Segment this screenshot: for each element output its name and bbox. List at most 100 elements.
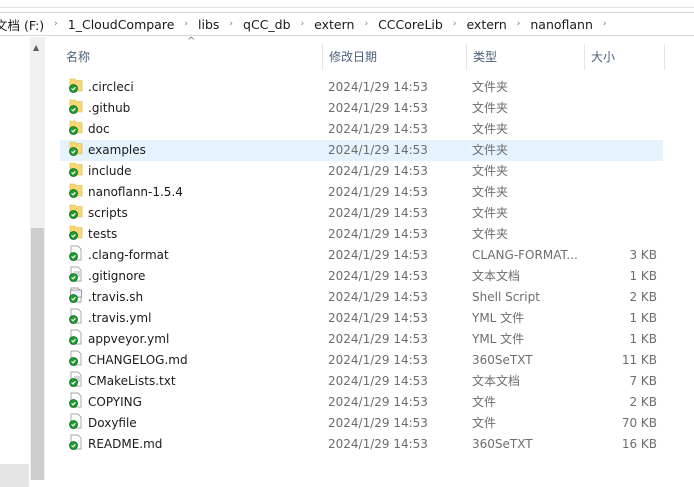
breadcrumb[interactable]: 文档 (F:) › 1_CloudCompare › libs › qCC_db › exter… bbox=[0, 12, 694, 36]
file-synced-icon bbox=[69, 392, 83, 408]
chevron-right-icon[interactable]: › bbox=[47, 19, 65, 29]
file-name[interactable]: COPYING bbox=[88, 392, 142, 413]
chevron-right-icon[interactable]: › bbox=[357, 19, 375, 29]
file-name[interactable]: examples bbox=[88, 140, 146, 161]
file-date: 2024/1/29 14:53 bbox=[328, 80, 428, 94]
file-name[interactable]: .gitignore bbox=[88, 266, 145, 287]
file-row[interactable]: appveyor.yml 2024/1/29 14:53 YML 文件 1 KB bbox=[60, 329, 663, 350]
file-synced-icon bbox=[69, 413, 83, 429]
file-date: 2024/1/29 14:53 bbox=[328, 185, 428, 199]
file-row[interactable]: tests 2024/1/29 14:53 文件夹 bbox=[60, 224, 663, 245]
file-size: 1 KB bbox=[629, 332, 657, 346]
file-size: 1 KB bbox=[629, 269, 657, 283]
file-name[interactable]: .travis.yml bbox=[88, 308, 151, 329]
file-list: .circleci 2024/1/29 14:53 文件夹 .github 2024/1… bbox=[60, 77, 663, 455]
file-row[interactable]: .travis.sh 2024/1/29 14:53 Shell Script 2 K… bbox=[60, 287, 663, 308]
file-name[interactable]: include bbox=[88, 161, 131, 182]
file-date: 2024/1/29 14:53 bbox=[328, 374, 428, 388]
file-synced-icon bbox=[69, 266, 83, 282]
chevron-right-icon[interactable]: › bbox=[222, 19, 240, 29]
nav-selected-item[interactable] bbox=[0, 464, 29, 487]
file-name[interactable]: .circleci bbox=[88, 77, 134, 98]
file-synced-icon bbox=[69, 434, 83, 450]
file-row[interactable]: COPYING 2024/1/29 14:53 文件 2 KB bbox=[60, 392, 663, 413]
navigation-pane[interactable] bbox=[0, 37, 30, 487]
file-size: 16 KB bbox=[621, 437, 657, 451]
file-name[interactable]: scripts bbox=[88, 203, 128, 224]
file-date: 2024/1/29 14:53 bbox=[328, 437, 428, 451]
file-row[interactable]: examples 2024/1/29 14:53 文件夹 bbox=[60, 140, 663, 161]
file-row[interactable]: CMakeLists.txt 2024/1/29 14:53 文本文档 7 KB bbox=[60, 371, 663, 392]
file-row[interactable]: CHANGELOG.md 2024/1/29 14:53 360SeTXT 11 KB bbox=[60, 350, 663, 371]
file-name[interactable]: nanoflann-1.5.4 bbox=[88, 182, 183, 203]
file-size: 2 KB bbox=[629, 290, 657, 304]
title-area bbox=[0, 0, 694, 8]
file-row[interactable]: nanoflann-1.5.4 2024/1/29 14:53 文件夹 bbox=[60, 182, 663, 203]
column-header: ^ 名称 修改日期 类型 大小 bbox=[60, 36, 670, 70]
file-type: 文件夹 bbox=[472, 227, 509, 241]
breadcrumb-item[interactable]: extern bbox=[463, 17, 509, 32]
chevron-right-icon[interactable]: › bbox=[177, 19, 195, 29]
file-row[interactable]: Doxyfile 2024/1/29 14:53 文件 70 KB bbox=[60, 413, 663, 434]
file-row[interactable]: scripts 2024/1/29 14:53 文件夹 bbox=[60, 203, 663, 224]
file-name[interactable]: doc bbox=[88, 119, 110, 140]
file-synced-icon bbox=[69, 287, 83, 303]
chevron-right-icon[interactable]: › bbox=[510, 19, 528, 29]
breadcrumb-item[interactable]: nanoflann bbox=[527, 17, 596, 32]
file-name[interactable]: CMakeLists.txt bbox=[88, 371, 176, 392]
file-name[interactable]: .clang-format bbox=[88, 245, 169, 266]
file-row[interactable]: .gitignore 2024/1/29 14:53 文本文档 1 KB bbox=[60, 266, 663, 287]
file-row[interactable]: .clang-format 2024/1/29 14:53 CLANG-FORMAT… bbox=[60, 245, 663, 266]
breadcrumb-item[interactable]: 文档 (F:) bbox=[0, 15, 47, 34]
file-date: 2024/1/29 14:53 bbox=[328, 332, 428, 346]
file-type: 文件夹 bbox=[472, 206, 509, 220]
breadcrumb-item[interactable]: 1_CloudCompare bbox=[65, 17, 178, 32]
file-name[interactable]: appveyor.yml bbox=[88, 329, 169, 350]
file-name[interactable]: Doxyfile bbox=[88, 413, 137, 434]
file-name[interactable]: CHANGELOG.md bbox=[88, 350, 188, 371]
file-row[interactable]: .travis.yml 2024/1/29 14:53 YML 文件 1 KB bbox=[60, 308, 663, 329]
chevron-right-icon[interactable]: › bbox=[446, 19, 464, 29]
scroll-up-icon[interactable]: ▲ bbox=[33, 43, 39, 52]
chevron-right-icon[interactable]: › bbox=[294, 19, 312, 29]
folder-synced-icon bbox=[69, 119, 83, 135]
file-synced-icon bbox=[69, 245, 83, 261]
file-size: 1 KB bbox=[629, 311, 657, 325]
nav-scrollbar[interactable]: ▲ bbox=[30, 37, 45, 480]
file-type: 文件 bbox=[472, 395, 497, 409]
file-type: Shell Script bbox=[472, 290, 540, 304]
file-row[interactable]: .github 2024/1/29 14:53 文件夹 bbox=[60, 98, 663, 119]
file-date: 2024/1/29 14:53 bbox=[328, 227, 428, 241]
file-type: 文件 bbox=[472, 416, 497, 430]
file-name[interactable]: .github bbox=[88, 98, 130, 119]
scrollbar-thumb[interactable] bbox=[31, 228, 44, 480]
breadcrumb-item[interactable]: extern bbox=[311, 17, 357, 32]
file-type: 360SeTXT bbox=[472, 353, 533, 367]
chevron-right-icon[interactable]: › bbox=[596, 19, 614, 29]
file-name[interactable]: .travis.sh bbox=[88, 287, 143, 308]
file-name[interactable]: tests bbox=[88, 224, 117, 245]
file-row[interactable]: include 2024/1/29 14:53 文件夹 bbox=[60, 161, 663, 182]
breadcrumb-item[interactable]: CCCoreLib bbox=[375, 17, 446, 32]
column-date[interactable]: 修改日期 bbox=[323, 44, 467, 70]
file-synced-icon bbox=[69, 371, 83, 387]
folder-synced-icon bbox=[69, 161, 83, 177]
file-size: 7 KB bbox=[629, 374, 657, 388]
file-type: 360SeTXT bbox=[472, 437, 533, 451]
breadcrumb-item[interactable]: libs bbox=[195, 17, 222, 32]
file-row[interactable]: doc 2024/1/29 14:53 文件夹 bbox=[60, 119, 663, 140]
file-type: 文件夹 bbox=[472, 80, 509, 94]
column-size[interactable]: 大小 bbox=[585, 44, 665, 70]
file-synced-icon bbox=[69, 308, 83, 324]
file-date: 2024/1/29 14:53 bbox=[328, 353, 428, 367]
folder-synced-icon bbox=[69, 140, 83, 156]
file-type: 文件夹 bbox=[472, 143, 509, 157]
file-row[interactable]: README.md 2024/1/29 14:53 360SeTXT 16 KB bbox=[60, 434, 663, 455]
file-synced-icon bbox=[69, 350, 83, 366]
file-type: 文本文档 bbox=[472, 374, 521, 388]
breadcrumb-item[interactable]: qCC_db bbox=[240, 17, 294, 32]
column-name[interactable]: 名称 bbox=[60, 44, 323, 70]
file-name[interactable]: README.md bbox=[88, 434, 162, 455]
file-row[interactable]: .circleci 2024/1/29 14:53 文件夹 bbox=[60, 77, 663, 98]
column-type[interactable]: 类型 bbox=[467, 44, 585, 70]
